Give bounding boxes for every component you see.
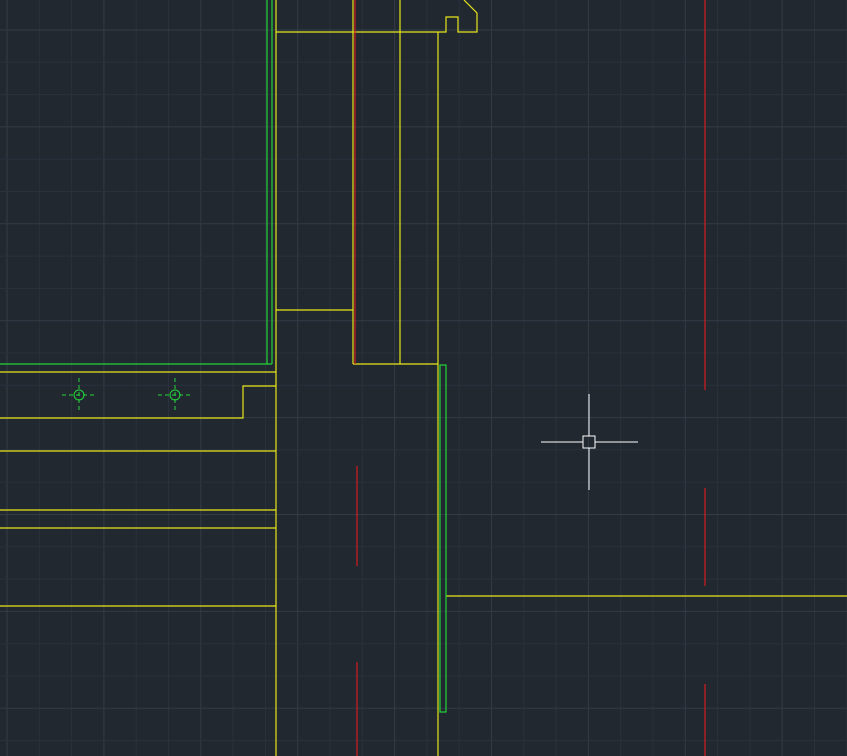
column-marker-icon[interactable] [62,378,96,412]
background-grid [0,0,847,756]
drawing-viewport[interactable] [0,0,847,756]
structure-layer [0,0,447,713]
beam-step [0,385,276,419]
cad-canvas[interactable] [0,0,847,756]
top-wall-profile [275,0,478,33]
narrow-panel [439,364,447,713]
pickbox [582,435,596,449]
crosshair-cursor [541,394,638,490]
column-markers [62,378,192,412]
column-marker-icon[interactable] [158,378,192,412]
wall-layer [0,0,847,756]
